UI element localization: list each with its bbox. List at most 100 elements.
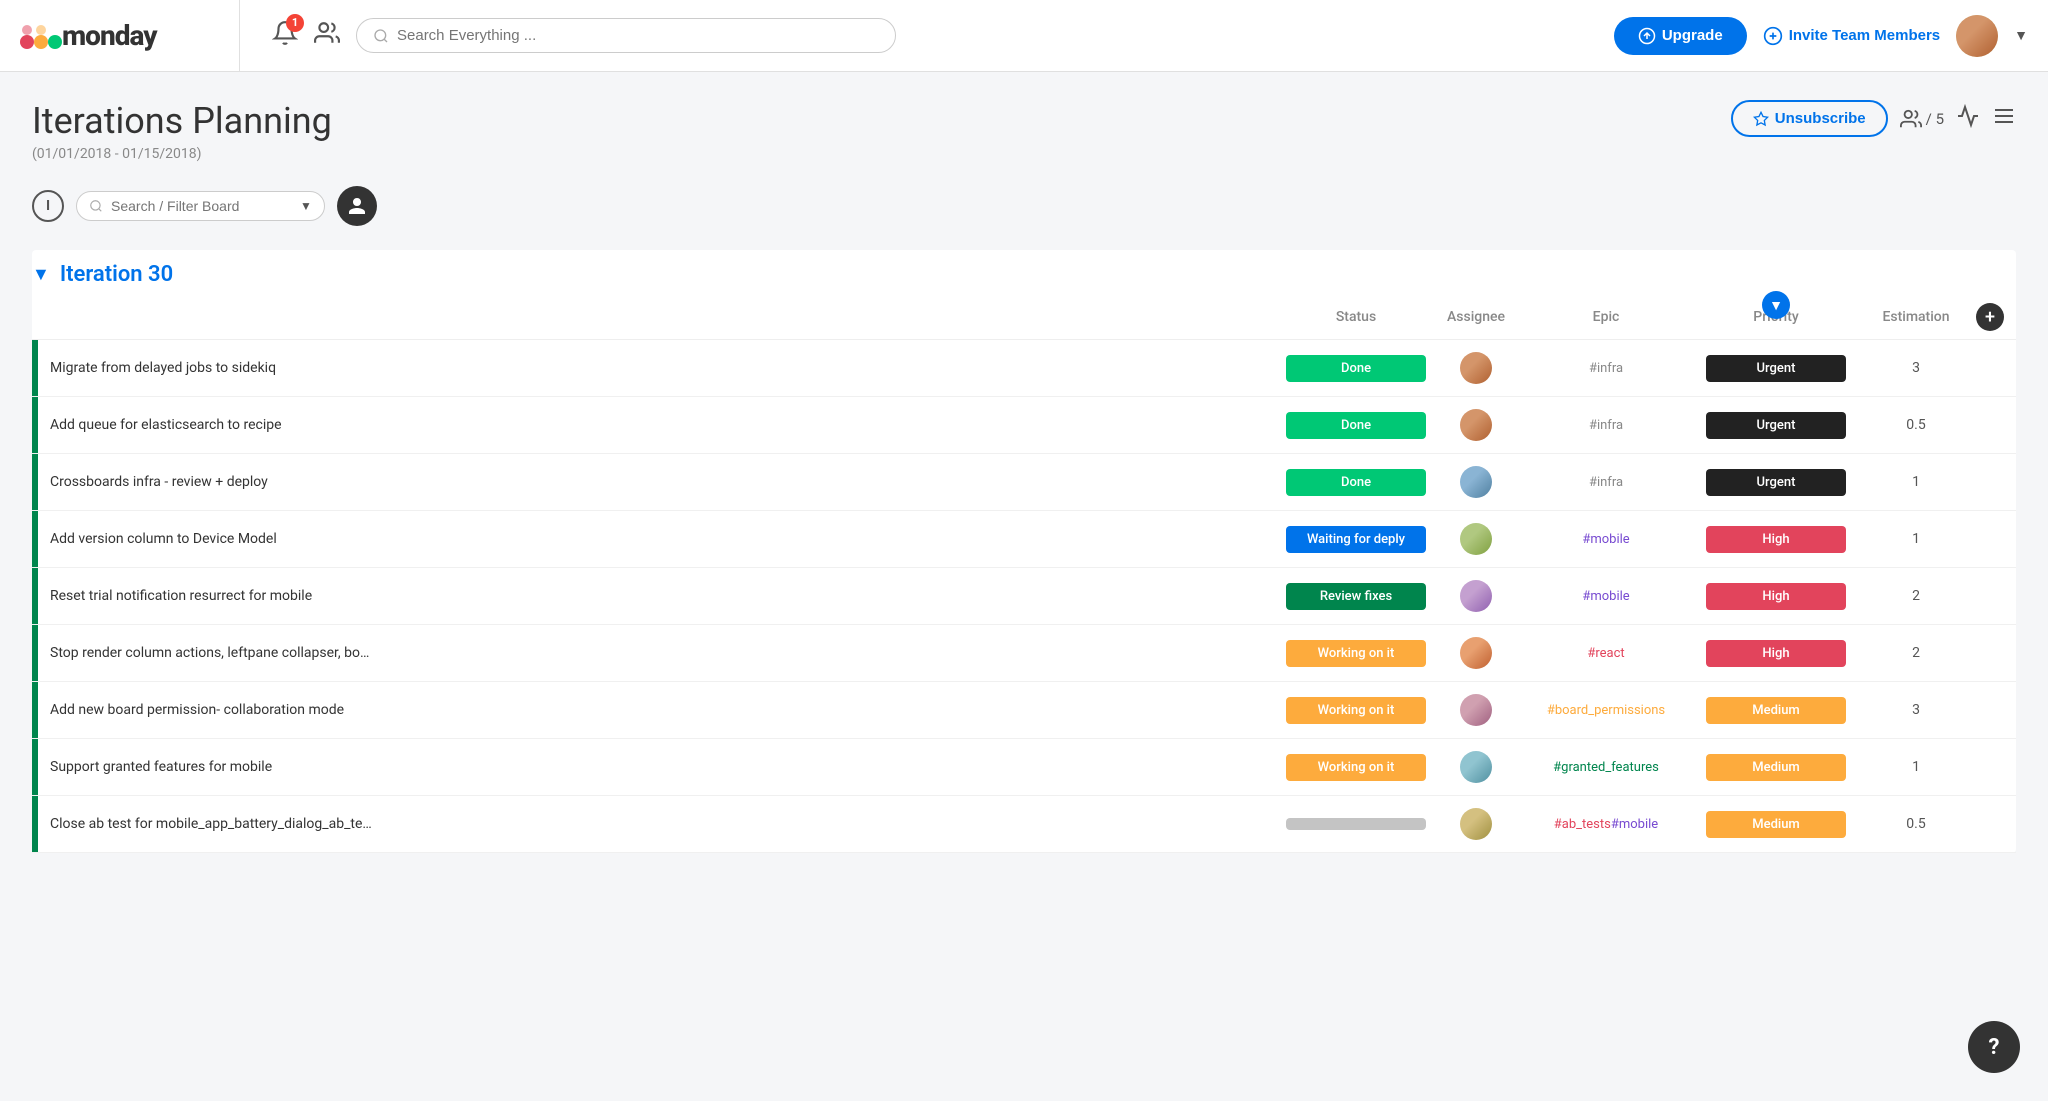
task-name[interactable]: Add version column to Device Model <box>38 531 1276 547</box>
task-name[interactable]: Support granted features for mobile <box>38 759 1276 775</box>
priority-badge[interactable]: Medium <box>1706 754 1846 781</box>
priority-badge[interactable]: Urgent <box>1706 469 1846 496</box>
members-count[interactable]: / 5 <box>1900 108 1944 130</box>
user-avatar[interactable] <box>1956 15 1998 57</box>
assignee-cell[interactable] <box>1436 751 1516 783</box>
search-input[interactable] <box>397 27 879 44</box>
priority-cell[interactable]: Urgent <box>1696 355 1856 382</box>
priority-badge[interactable]: High <box>1706 640 1846 667</box>
priority-cell[interactable]: High <box>1696 526 1856 553</box>
epic-cell[interactable]: #mobile <box>1516 532 1696 547</box>
status-badge[interactable]: Done <box>1286 355 1426 382</box>
assignee-avatar[interactable] <box>1460 409 1492 441</box>
priority-cell[interactable]: High <box>1696 583 1856 610</box>
assignee-avatar[interactable] <box>1460 352 1492 384</box>
status-cell[interactable]: Working on it <box>1276 640 1436 667</box>
status-cell[interactable]: Review fixes <box>1276 583 1436 610</box>
status-badge[interactable]: Done <box>1286 469 1426 496</box>
assignee-avatar[interactable] <box>1460 523 1492 555</box>
task-name[interactable]: Stop render column actions, leftpane col… <box>38 645 1276 661</box>
epic-cell[interactable]: #granted_features <box>1516 760 1696 775</box>
table-row[interactable]: Add version column to Device Model Waiti… <box>32 511 2016 568</box>
assignee-cell[interactable] <box>1436 808 1516 840</box>
assignee-cell[interactable] <box>1436 466 1516 498</box>
status-cell[interactable]: Done <box>1276 469 1436 496</box>
epic-cell[interactable]: #infra <box>1516 361 1696 376</box>
status-cell[interactable]: Done <box>1276 412 1436 439</box>
task-name[interactable]: Reset trial notification resurrect for m… <box>38 588 1276 604</box>
priority-badge[interactable]: High <box>1706 583 1846 610</box>
assignee-cell[interactable] <box>1436 409 1516 441</box>
col-priority[interactable]: ▼ Priority <box>1696 309 1856 325</box>
epic-cell[interactable]: #infra <box>1516 475 1696 490</box>
search-bar[interactable] <box>356 18 896 53</box>
status-badge[interactable]: Working on it <box>1286 640 1426 667</box>
epic-cell[interactable]: #infra <box>1516 418 1696 433</box>
assignee-avatar[interactable] <box>1460 580 1492 612</box>
priority-badge[interactable]: High <box>1706 526 1846 553</box>
add-column-button[interactable]: + <box>1976 303 2004 331</box>
status-cell[interactable]: Working on it <box>1276 697 1436 724</box>
priority-cell[interactable]: Medium <box>1696 811 1856 838</box>
task-name[interactable]: Close ab test for mobile_app_battery_dia… <box>38 816 1276 832</box>
assignee-cell[interactable] <box>1436 694 1516 726</box>
task-name[interactable]: Migrate from delayed jobs to sidekiq <box>38 360 1276 376</box>
upgrade-button[interactable]: Upgrade <box>1614 17 1747 55</box>
table-row[interactable]: Migrate from delayed jobs to sidekiq Don… <box>32 340 2016 397</box>
team-icon[interactable] <box>314 20 340 52</box>
info-button[interactable]: I <box>32 190 64 222</box>
priority-badge[interactable]: Urgent <box>1706 355 1846 382</box>
table-row[interactable]: Add queue for elasticsearch to recipe Do… <box>32 397 2016 454</box>
invite-button[interactable]: Invite Team Members <box>1763 26 1940 46</box>
status-cell[interactable]: Done <box>1276 355 1436 382</box>
assignee-avatar[interactable] <box>1460 808 1492 840</box>
status-badge[interactable]: Working on it <box>1286 697 1426 724</box>
user-menu-arrow[interactable]: ▼ <box>2014 27 2028 44</box>
priority-cell[interactable]: Medium <box>1696 754 1856 781</box>
filter-dropdown-arrow[interactable]: ▼ <box>300 199 312 213</box>
status-badge[interactable] <box>1286 818 1426 830</box>
priority-badge[interactable]: Urgent <box>1706 412 1846 439</box>
assignee-cell[interactable] <box>1436 523 1516 555</box>
menu-button[interactable] <box>1992 104 2016 134</box>
task-name[interactable]: Crossboards infra - review + deploy <box>38 474 1276 490</box>
table-row[interactable]: Add new board permission- collaboration … <box>32 682 2016 739</box>
status-cell[interactable]: Working on it <box>1276 754 1436 781</box>
table-row[interactable]: Support granted features for mobile Work… <box>32 739 2016 796</box>
activity-button[interactable] <box>1956 104 1980 134</box>
priority-cell[interactable]: Urgent <box>1696 469 1856 496</box>
status-badge[interactable]: Done <box>1286 412 1426 439</box>
epic-cell[interactable]: #react <box>1516 646 1696 661</box>
assignee-cell[interactable] <box>1436 580 1516 612</box>
status-badge[interactable]: Review fixes <box>1286 583 1426 610</box>
assignee-avatar[interactable] <box>1460 694 1492 726</box>
filter-input-wrap[interactable]: ▼ <box>76 191 325 221</box>
status-badge[interactable]: Working on it <box>1286 754 1426 781</box>
user-filter-button[interactable] <box>337 186 377 226</box>
assignee-avatar[interactable] <box>1460 466 1492 498</box>
assignee-avatar[interactable] <box>1460 637 1492 669</box>
filter-input[interactable] <box>111 198 292 214</box>
priority-badge[interactable]: Medium <box>1706 811 1846 838</box>
status-cell[interactable] <box>1276 818 1436 830</box>
iteration-toggle[interactable]: ▼ <box>32 264 50 285</box>
status-badge[interactable]: Waiting for deply <box>1286 526 1426 553</box>
col-add[interactable]: + <box>1976 303 2016 331</box>
priority-cell[interactable]: Urgent <box>1696 412 1856 439</box>
notifications-button[interactable]: 1 <box>272 20 298 52</box>
priority-cell[interactable]: High <box>1696 640 1856 667</box>
table-row[interactable]: Close ab test for mobile_app_battery_dia… <box>32 796 2016 853</box>
priority-sort-indicator[interactable]: ▼ <box>1762 291 1790 319</box>
help-button[interactable]: ? <box>1968 1021 2020 1073</box>
epic-cell[interactable]: #board_permissions <box>1516 703 1696 718</box>
table-row[interactable]: Crossboards infra - review + deploy Done… <box>32 454 2016 511</box>
status-cell[interactable]: Waiting for deply <box>1276 526 1436 553</box>
task-name[interactable]: Add queue for elasticsearch to recipe <box>38 417 1276 433</box>
assignee-cell[interactable] <box>1436 637 1516 669</box>
assignee-avatar[interactable] <box>1460 751 1492 783</box>
epic-cell[interactable]: #mobile <box>1516 589 1696 604</box>
priority-badge[interactable]: Medium <box>1706 697 1846 724</box>
epic-cell[interactable]: #ab_tests #mobile <box>1516 817 1696 832</box>
task-name[interactable]: Add new board permission- collaboration … <box>38 702 1276 718</box>
table-row[interactable]: Stop render column actions, leftpane col… <box>32 625 2016 682</box>
